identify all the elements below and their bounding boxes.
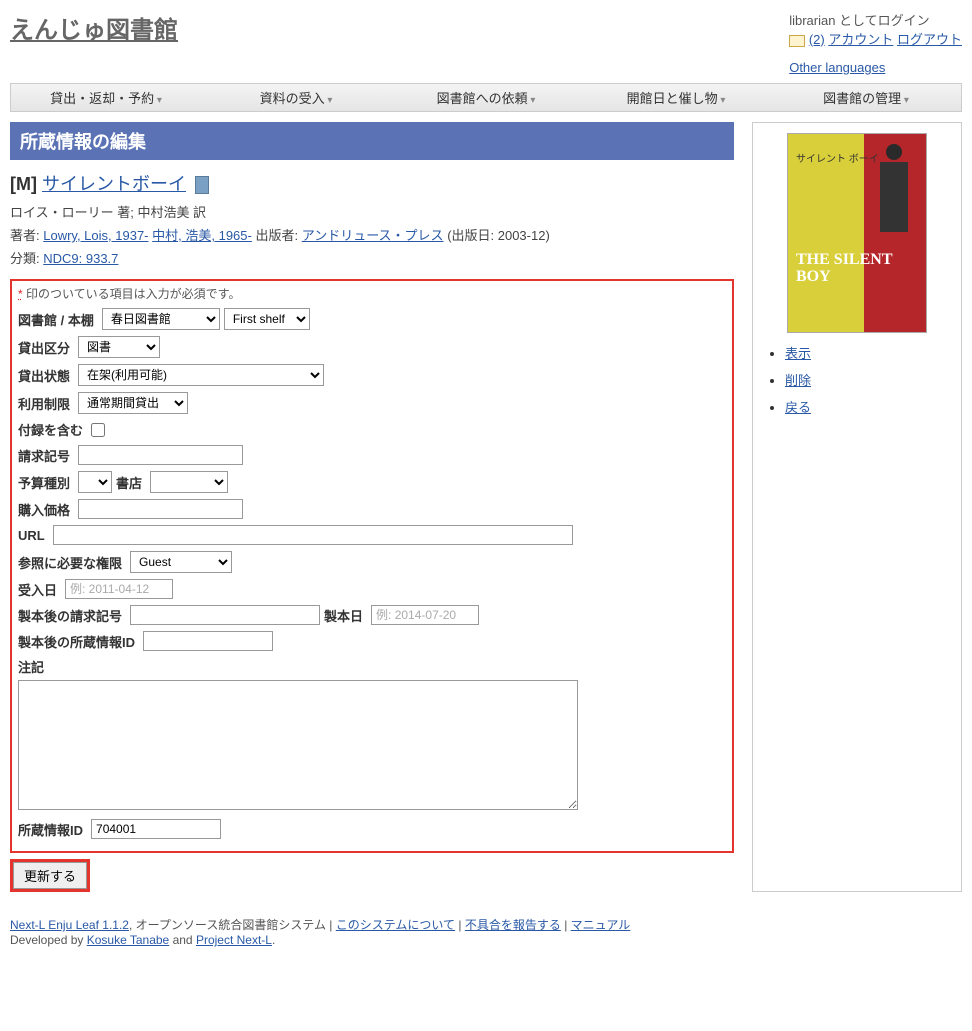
- acquired-at-label: 受入日: [18, 580, 57, 599]
- nav-events[interactable]: 開館日と催し物: [581, 88, 771, 107]
- other-languages-link[interactable]: Other languages: [789, 60, 962, 75]
- price-input[interactable]: [78, 499, 243, 519]
- material-type-mark: [M]: [10, 174, 37, 194]
- book-cover: サイレント ボーイ THE SILENT BOY: [787, 133, 927, 333]
- nav-requests[interactable]: 図書館への依頼: [391, 88, 581, 107]
- required-role-label: 参照に必要な権限: [18, 553, 122, 572]
- item-form: * 印のついている項目は入力が必須です。 図書館 / 本棚 春日図書館 Firs…: [10, 279, 734, 853]
- cover-jp-title: サイレント ボーイ: [796, 150, 879, 165]
- about-link[interactable]: このシステムについて: [336, 918, 455, 932]
- classification-line: 分類: NDC9: 933.7: [10, 248, 734, 267]
- creators-line: 著者: Lowry, Lois, 1937- 中村, 浩美, 1965- 出版者…: [10, 225, 734, 244]
- library-shelf-label: 図書館 / 本棚: [18, 310, 94, 329]
- user-area: librarian としてログイン (2) アカウント ログアウト Other …: [789, 10, 962, 75]
- call-number-label: 請求記号: [18, 446, 70, 465]
- statement-of-responsibility: ロイス・ローリー 著; 中村浩美 訳: [10, 202, 734, 221]
- binding-call-number-input[interactable]: [130, 605, 320, 625]
- submit-button[interactable]: 更新する: [13, 862, 87, 889]
- checkout-type-label: 貸出区分: [18, 338, 70, 357]
- developer-1-link[interactable]: Kosuke Tanabe: [87, 933, 170, 947]
- budget-type-label: 予算種別: [18, 473, 70, 492]
- binding-call-number-label: 製本後の請求記号: [18, 606, 122, 625]
- footer: Next-L Enju Leaf 1.1.2, オープンソース統合図書館システム…: [10, 916, 962, 947]
- login-status: librarian としてログイン: [789, 10, 962, 29]
- price-label: 購入価格: [18, 500, 70, 519]
- binding-item-id-label: 製本後の所蔵情報ID: [18, 632, 135, 651]
- creator-label: 著者:: [10, 228, 40, 243]
- publisher-label: 出版者:: [255, 228, 298, 243]
- developed-by-text: Developed by: [10, 933, 87, 947]
- and-text: and: [169, 933, 196, 947]
- binded-at-label: 製本日: [324, 606, 363, 625]
- nav-admin[interactable]: 図書館の管理: [771, 88, 961, 107]
- footer-sep1: |: [455, 918, 465, 932]
- report-bug-link[interactable]: 不具合を報告する: [465, 918, 561, 932]
- acquired-at-input[interactable]: [65, 579, 173, 599]
- section-header: 所蔵情報の編集: [10, 122, 734, 160]
- creator-link-2[interactable]: 中村, 浩美, 1965-: [152, 228, 252, 243]
- url-label: URL: [18, 528, 45, 543]
- period-text: .: [272, 933, 275, 947]
- sidebar: サイレント ボーイ THE SILENT BOY 表示 削除 戻る: [752, 122, 962, 892]
- site-title-link[interactable]: えんじゅ図書館: [10, 10, 178, 45]
- manifestation-title-link[interactable]: サイレントボーイ: [42, 174, 186, 194]
- note-textarea[interactable]: [18, 680, 578, 810]
- book-icon: [195, 176, 209, 194]
- cover-figure-icon: [872, 144, 920, 264]
- url-input[interactable]: [53, 525, 573, 545]
- footer-tagline: , オープンソース統合図書館システム |: [129, 918, 332, 932]
- mail-icon: [789, 35, 805, 47]
- developer-2-link[interactable]: Project Next-L: [196, 933, 272, 947]
- required-star-icon: *: [18, 287, 23, 301]
- manual-link[interactable]: マニュアル: [571, 918, 631, 932]
- sidebar-back-link[interactable]: 戻る: [785, 400, 811, 415]
- item-identifier-input[interactable]: [91, 819, 221, 839]
- sidebar-delete-link[interactable]: 削除: [785, 373, 811, 388]
- account-link[interactable]: アカウント: [828, 32, 893, 47]
- messages-link[interactable]: (2): [809, 32, 825, 47]
- publisher-link[interactable]: アンドリュース・プレス: [302, 228, 444, 243]
- required-role-select[interactable]: Guest: [130, 551, 232, 573]
- sidebar-show-link[interactable]: 表示: [785, 346, 811, 361]
- classification-label: 分類:: [10, 251, 40, 266]
- pubdate: (出版日: 2003-12): [447, 228, 550, 243]
- navbar: 貸出・返却・予約 資料の受入 図書館への依頼 開館日と催し物 図書館の管理: [10, 83, 962, 112]
- bib-title: [M] サイレントボーイ: [10, 170, 734, 196]
- include-supplements-checkbox[interactable]: [91, 423, 105, 437]
- bookstore-select[interactable]: [150, 471, 228, 493]
- call-number-input[interactable]: [78, 445, 243, 465]
- nav-acquisition[interactable]: 資料の受入: [201, 88, 391, 107]
- required-note-text: 印のついている項目は入力が必須です。: [26, 287, 240, 301]
- library-select[interactable]: 春日図書館: [102, 308, 220, 330]
- shelf-select[interactable]: First shelf: [224, 308, 310, 330]
- circulation-status-select[interactable]: 在架(利用可能): [78, 364, 324, 386]
- item-identifier-label: 所蔵情報ID: [18, 820, 83, 839]
- product-link[interactable]: Next-L Enju Leaf 1.1.2: [10, 918, 129, 932]
- cover-en-title: THE SILENT BOY: [796, 251, 926, 286]
- checkout-type-select[interactable]: 図書: [78, 336, 160, 358]
- binded-at-input[interactable]: [371, 605, 479, 625]
- binding-item-id-input[interactable]: [143, 631, 273, 651]
- logout-link[interactable]: ログアウト: [897, 32, 962, 47]
- circulation-status-label: 貸出状態: [18, 366, 70, 385]
- use-restriction-label: 利用制限: [18, 394, 70, 413]
- creator-link-1[interactable]: Lowry, Lois, 1937-: [43, 228, 148, 243]
- use-restriction-select[interactable]: 通常期間貸出: [78, 392, 188, 414]
- budget-type-select[interactable]: [78, 471, 112, 493]
- nav-checkout[interactable]: 貸出・返却・予約: [11, 88, 201, 107]
- include-supplements-label: 付録を含む: [18, 420, 83, 439]
- bookstore-label: 書店: [116, 473, 142, 492]
- note-label: 注記: [18, 657, 722, 676]
- required-note: * 印のついている項目は入力が必須です。: [18, 285, 726, 302]
- footer-sep2: |: [561, 918, 571, 932]
- classification-link[interactable]: NDC9: 933.7: [43, 251, 118, 266]
